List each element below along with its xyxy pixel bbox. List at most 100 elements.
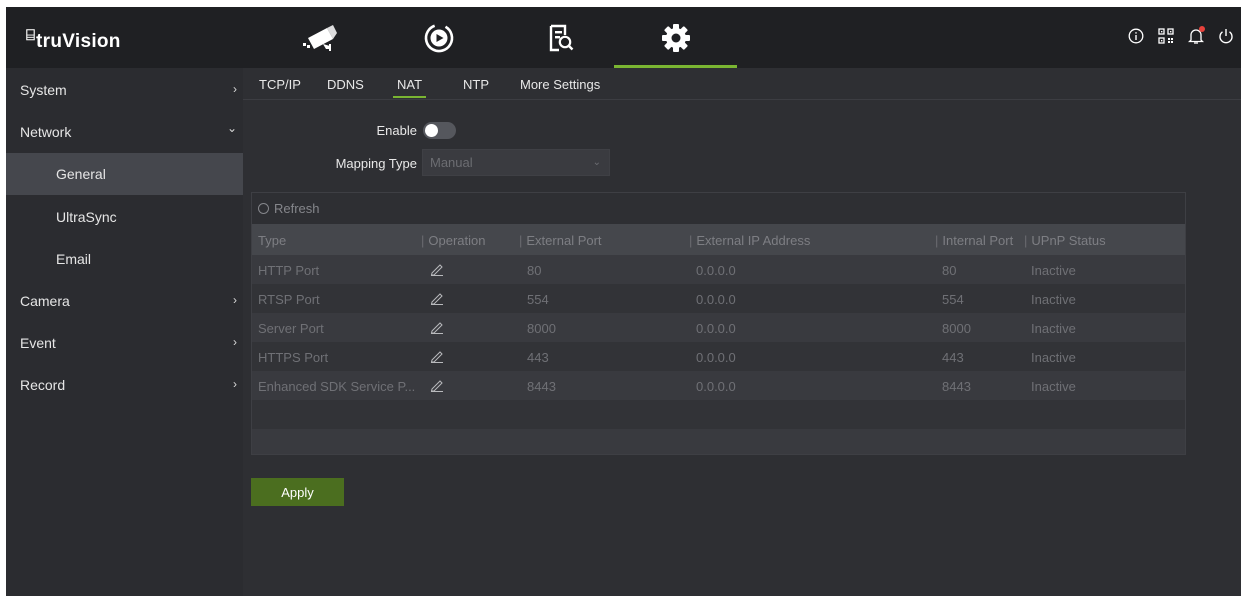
cell-upnp-status: Inactive — [1031, 292, 1076, 307]
sidebar-item-ultrasync[interactable]: UltraSync — [6, 196, 243, 238]
cell-external-ip: 0.0.0.0 — [696, 379, 736, 394]
cell-type: Enhanced SDK Service P... — [258, 379, 416, 394]
chevron-down-icon: ⌄ — [592, 157, 601, 168]
sidebar: System › Network ⌄ General UltraSync Ema… — [6, 68, 243, 596]
truvision-logo: ⌸ truVision — [26, 25, 121, 51]
info-icon — [1128, 28, 1143, 44]
header-operation: Operation — [421, 233, 485, 248]
cell-external-ip: 0.0.0.0 — [696, 321, 736, 336]
header-external-ip: External IP Address — [689, 233, 810, 248]
cell-external-port: 554 — [527, 292, 549, 307]
tab-nat[interactable]: NAT — [392, 77, 427, 98]
network-subtabs: TCP/IP DDNS NAT NTP More Settings — [243, 68, 1241, 100]
cell-external-ip: 0.0.0.0 — [696, 350, 736, 365]
sidebar-item-event[interactable]: Event › — [6, 322, 243, 364]
tab-ntp[interactable]: NTP — [463, 77, 489, 98]
edit-icon[interactable] — [430, 349, 444, 363]
sidebar-item-label: UltraSync — [56, 209, 117, 225]
table-row: Server Port 8000 0.0.0.0 8000 Inactive — [252, 313, 1185, 342]
edit-icon[interactable] — [430, 320, 444, 334]
enable-label: Enable — [376, 123, 417, 138]
sidebar-item-label: Network — [20, 124, 72, 140]
chevron-right-icon: › — [233, 293, 237, 307]
cell-external-port: 80 — [527, 263, 542, 278]
top-right-toolbar — [1126, 25, 1235, 47]
sidebar-item-label: Record — [20, 377, 66, 393]
cell-upnp-status: Inactive — [1031, 321, 1076, 336]
header-external-port: External Port — [519, 233, 601, 248]
tab-ddns[interactable]: DDNS — [327, 77, 364, 98]
apply-button[interactable]: Apply — [251, 478, 344, 506]
sidebar-item-label: System — [20, 82, 67, 98]
settings-gear-icon — [661, 23, 690, 52]
refresh-button[interactable]: Refresh — [258, 201, 320, 216]
cell-type: Server Port — [258, 321, 324, 336]
sidebar-item-camera[interactable]: Camera › — [6, 280, 243, 322]
search-file-icon — [549, 24, 573, 51]
cell-type: HTTP Port — [258, 263, 320, 278]
sidebar-item-label: Event — [20, 335, 56, 351]
qr-code-button[interactable] — [1156, 25, 1175, 47]
nav-tab-search[interactable] — [499, 7, 622, 68]
cell-external-port: 8443 — [527, 379, 556, 394]
cell-type: RTSP Port — [258, 292, 320, 307]
power-button[interactable] — [1216, 25, 1235, 47]
qr-code-icon — [1157, 28, 1174, 44]
table-row-empty — [252, 400, 1185, 429]
cell-upnp-status: Inactive — [1031, 263, 1076, 278]
edit-icon[interactable] — [430, 291, 444, 305]
sidebar-item-general[interactable]: General — [6, 153, 243, 195]
mapping-type-value: Manual — [430, 155, 473, 170]
sidebar-item-label: Camera — [20, 293, 70, 309]
edit-icon[interactable] — [430, 378, 444, 392]
playback-icon — [424, 23, 453, 52]
chevron-down-icon: ⌄ — [226, 121, 237, 135]
sidebar-item-record[interactable]: Record › — [6, 364, 243, 406]
nav-tab-playback[interactable] — [377, 7, 500, 68]
cell-internal-port: 80 — [942, 263, 957, 278]
sidebar-item-network[interactable]: Network ⌄ — [6, 111, 243, 153]
header-internal-port: Internal Port — [935, 233, 1013, 248]
cell-internal-port: 8000 — [942, 321, 971, 336]
cell-internal-port: 8443 — [942, 379, 971, 394]
table-row: HTTPS Port 443 0.0.0.0 443 Inactive — [252, 342, 1185, 371]
table-row: RTSP Port 554 0.0.0.0 554 Inactive — [252, 284, 1185, 313]
mapping-type-select[interactable]: Manual ⌄ — [422, 149, 610, 176]
tab-tcpip[interactable]: TCP/IP — [259, 77, 301, 98]
cell-internal-port: 443 — [942, 350, 964, 365]
header-type: Type — [258, 233, 287, 248]
camera-icon — [302, 24, 337, 51]
table-row: HTTP Port 80 0.0.0.0 80 Inactive — [252, 255, 1185, 284]
cell-upnp-status: Inactive — [1031, 379, 1076, 394]
cell-internal-port: 554 — [942, 292, 964, 307]
cell-external-ip: 0.0.0.0 — [696, 263, 736, 278]
sidebar-item-email[interactable]: Email — [6, 238, 243, 280]
chevron-right-icon: › — [233, 377, 237, 391]
mapping-type-label: Mapping Type — [335, 156, 417, 171]
sidebar-item-label: General — [56, 166, 106, 182]
refresh-icon — [258, 203, 269, 214]
notifications-button[interactable] — [1186, 25, 1205, 47]
notification-dot — [1199, 26, 1205, 32]
cell-external-port: 443 — [527, 350, 549, 365]
cell-external-port: 8000 — [527, 321, 556, 336]
enable-toggle[interactable] — [423, 122, 456, 139]
logo-text: truVision — [36, 31, 121, 52]
cell-upnp-status: Inactive — [1031, 350, 1076, 365]
nav-tab-configuration[interactable] — [614, 7, 737, 68]
sidebar-item-label: Email — [56, 251, 92, 267]
logo-mark: ⌸ — [26, 27, 36, 44]
power-icon — [1218, 29, 1233, 44]
header-upnp-status: UPnP Status — [1024, 233, 1105, 248]
table-row: Enhanced SDK Service P... 8443 0.0.0.0 8… — [252, 371, 1185, 400]
nav-tab-live-view[interactable] — [258, 7, 381, 68]
sidebar-item-system[interactable]: System › — [6, 69, 243, 111]
info-button[interactable] — [1126, 25, 1145, 47]
app-window: ⌸ truVision System › Network ⌄ General U… — [6, 7, 1241, 596]
chevron-right-icon: › — [233, 335, 237, 349]
table-row-empty — [252, 429, 1185, 454]
tab-more-settings[interactable]: More Settings — [520, 77, 600, 98]
edit-icon[interactable] — [430, 262, 444, 276]
cell-external-ip: 0.0.0.0 — [696, 292, 736, 307]
nat-port-table: Refresh Type Operation External Port Ext… — [251, 192, 1186, 455]
